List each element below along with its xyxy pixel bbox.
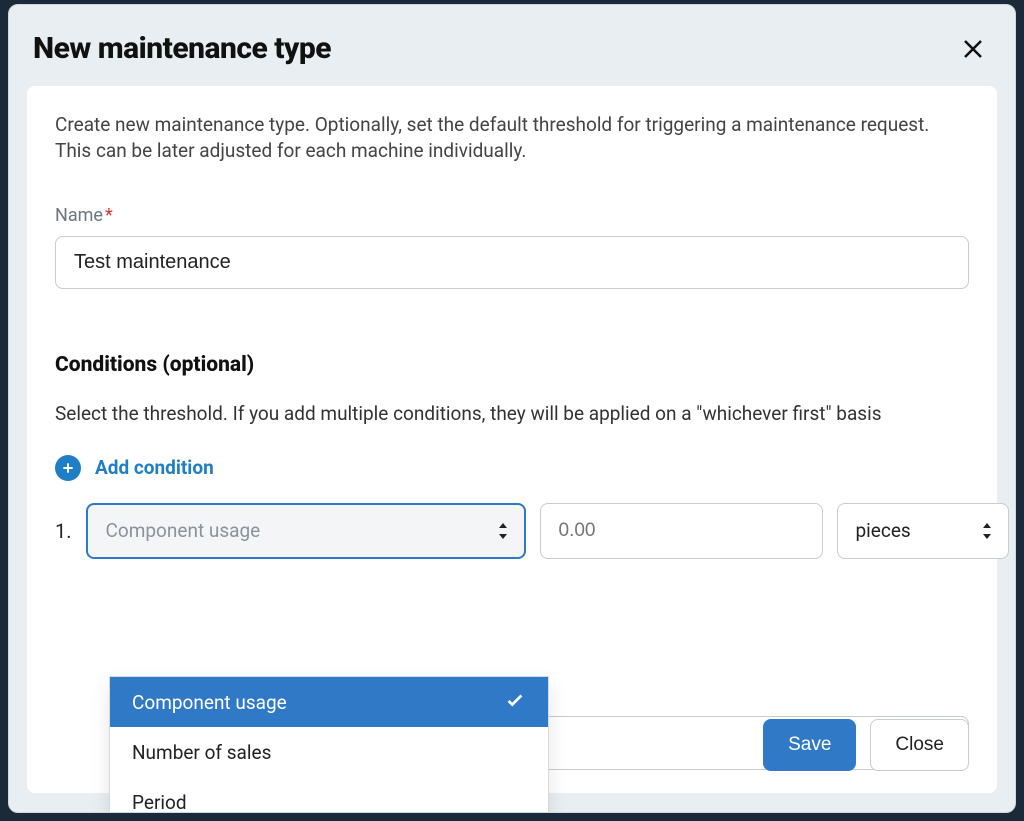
select-stepper-icon xyxy=(980,520,994,542)
save-button[interactable]: Save xyxy=(763,719,856,771)
conditions-description: Select the threshold. If you add multipl… xyxy=(55,401,955,427)
close-button[interactable]: Close xyxy=(870,719,969,771)
condition-type-placeholder: Component usage xyxy=(106,519,261,542)
modal-title: New maintenance type xyxy=(33,31,331,66)
dropdown-option-period[interactable]: Period xyxy=(110,777,548,813)
dropdown-option-number-of-sales[interactable]: Number of sales xyxy=(110,727,548,777)
new-maintenance-type-modal: New maintenance type Create new maintena… xyxy=(8,4,1016,813)
modal-header: New maintenance type xyxy=(9,5,1015,86)
modal-intro-text: Create new maintenance type. Optionally,… xyxy=(55,112,955,163)
condition-index: 1. xyxy=(55,519,72,543)
conditions-heading: Conditions (optional) xyxy=(55,353,969,377)
dropdown-option-label: Number of sales xyxy=(132,741,271,764)
condition-value-input[interactable] xyxy=(540,503,823,559)
condition-row-1: 1. Component usage pieces xyxy=(55,503,969,559)
name-label: Name* xyxy=(55,205,969,226)
dropdown-option-label: Component usage xyxy=(132,691,287,714)
add-condition-label: Add condition xyxy=(95,456,214,479)
condition-unit-value: pieces xyxy=(856,519,911,542)
plus-circle-icon xyxy=(55,455,81,481)
required-asterisk: * xyxy=(105,205,113,226)
close-icon[interactable] xyxy=(959,35,987,63)
check-icon xyxy=(504,689,526,716)
add-condition-button[interactable]: Add condition xyxy=(55,455,969,481)
name-input[interactable] xyxy=(55,236,969,289)
condition-unit-select[interactable]: pieces xyxy=(837,503,1009,559)
modal-footer: Save Close xyxy=(763,719,969,771)
select-stepper-icon xyxy=(496,520,510,542)
condition-type-select[interactable]: Component usage xyxy=(86,503,526,559)
condition-type-dropdown: Component usage Number of sales Period xyxy=(109,676,549,813)
name-label-text: Name xyxy=(55,205,103,226)
dropdown-option-label: Period xyxy=(132,791,187,814)
dropdown-option-component-usage[interactable]: Component usage xyxy=(110,677,548,727)
modal-body: Create new maintenance type. Optionally,… xyxy=(27,86,997,793)
